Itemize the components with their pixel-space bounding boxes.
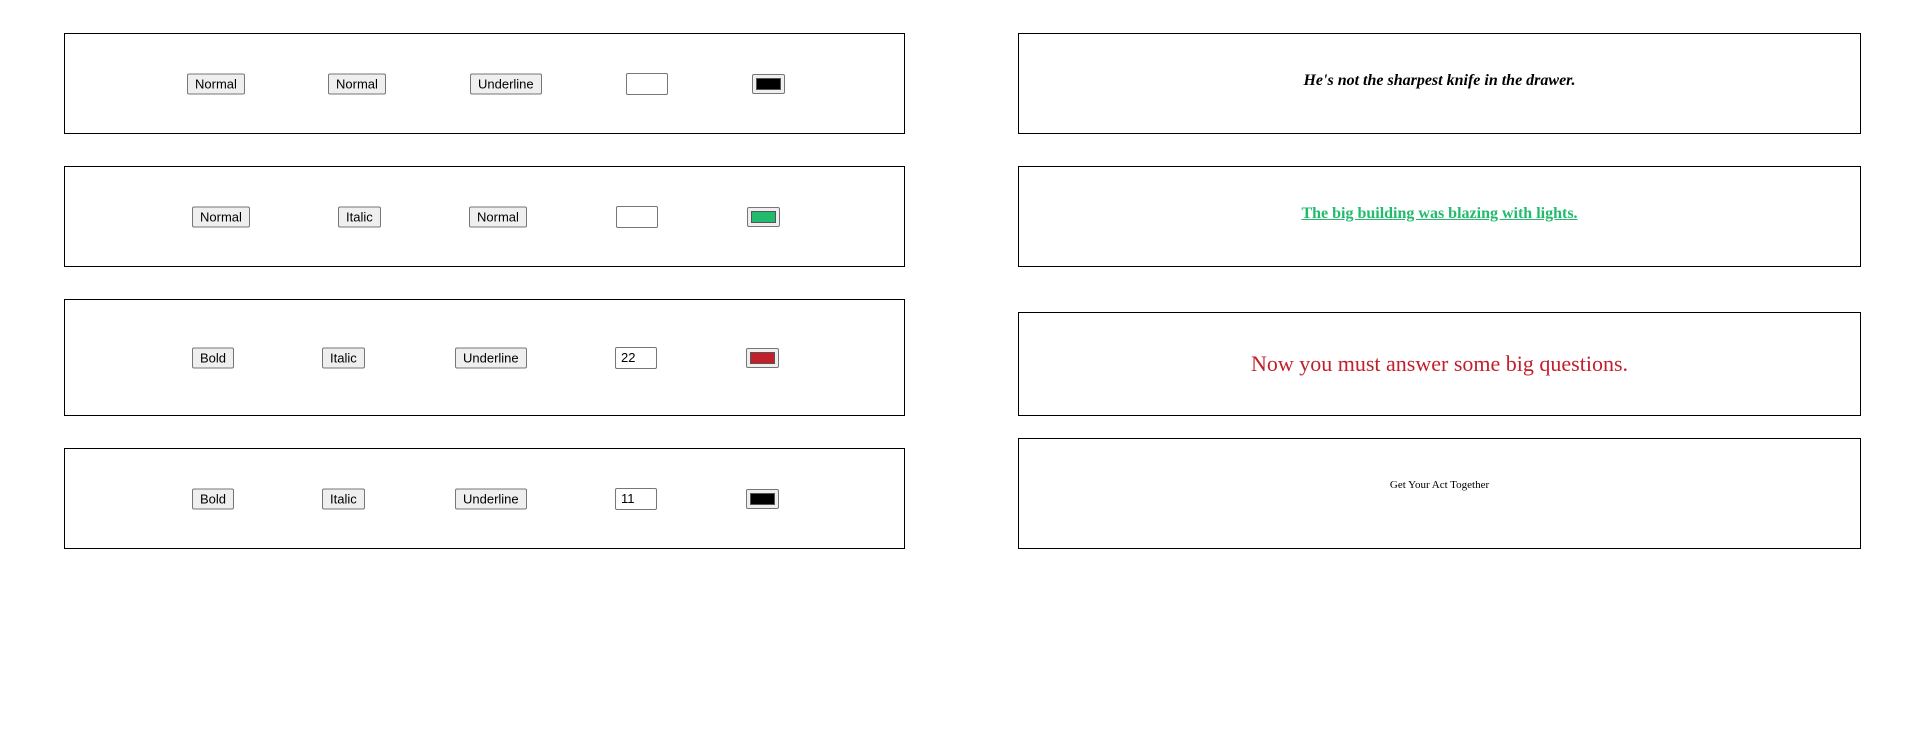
color-swatch: [756, 77, 781, 90]
font-weight-button[interactable]: Normal: [192, 206, 250, 227]
color-picker[interactable]: [752, 73, 785, 94]
font-size-input[interactable]: [626, 72, 668, 95]
controls-panel-1: Normal Normal Underline: [64, 33, 905, 134]
font-style-button[interactable]: Italic: [322, 488, 365, 509]
color-picker[interactable]: [746, 347, 779, 368]
text-decoration-button[interactable]: Normal: [469, 206, 527, 227]
font-weight-button[interactable]: Bold: [192, 347, 235, 368]
controls-panel-4: Bold Italic Underline: [64, 448, 905, 549]
preview-panel-1: He's not the sharpest knife in the drawe…: [1018, 33, 1861, 134]
text-decoration-button[interactable]: Underline: [455, 488, 527, 509]
font-size-input[interactable]: [615, 346, 657, 369]
color-swatch: [750, 492, 775, 505]
font-size-input[interactable]: [615, 487, 657, 510]
font-style-button[interactable]: Italic: [322, 347, 365, 368]
color-picker[interactable]: [746, 488, 779, 509]
preview-text: Now you must answer some big questions.: [1250, 351, 1629, 376]
font-style-button[interactable]: Italic: [338, 206, 381, 227]
preview-panel-3: Now you must answer some big questions.: [1018, 312, 1861, 416]
font-style-button[interactable]: Normal: [328, 73, 386, 94]
preview-text: Get Your Act Together: [1389, 478, 1490, 491]
text-decoration-button[interactable]: Underline: [470, 73, 542, 94]
font-weight-button[interactable]: Normal: [187, 73, 245, 94]
controls-panel-2: Normal Italic Normal: [64, 166, 905, 267]
font-size-input[interactable]: [616, 205, 658, 228]
color-swatch: [751, 210, 776, 223]
preview-text: He's not the sharpest knife in the drawe…: [1303, 71, 1576, 89]
preview-panel-2: The big building was blazing with lights…: [1018, 166, 1861, 267]
controls-panel-3: Bold Italic Underline: [64, 299, 905, 416]
font-weight-button[interactable]: Bold: [192, 488, 235, 509]
color-swatch: [750, 351, 775, 364]
text-decoration-button[interactable]: Underline: [455, 347, 527, 368]
preview-text: The big building was blazing with lights…: [1301, 204, 1578, 222]
color-picker[interactable]: [747, 206, 780, 227]
preview-panel-4: Get Your Act Together: [1018, 438, 1861, 549]
